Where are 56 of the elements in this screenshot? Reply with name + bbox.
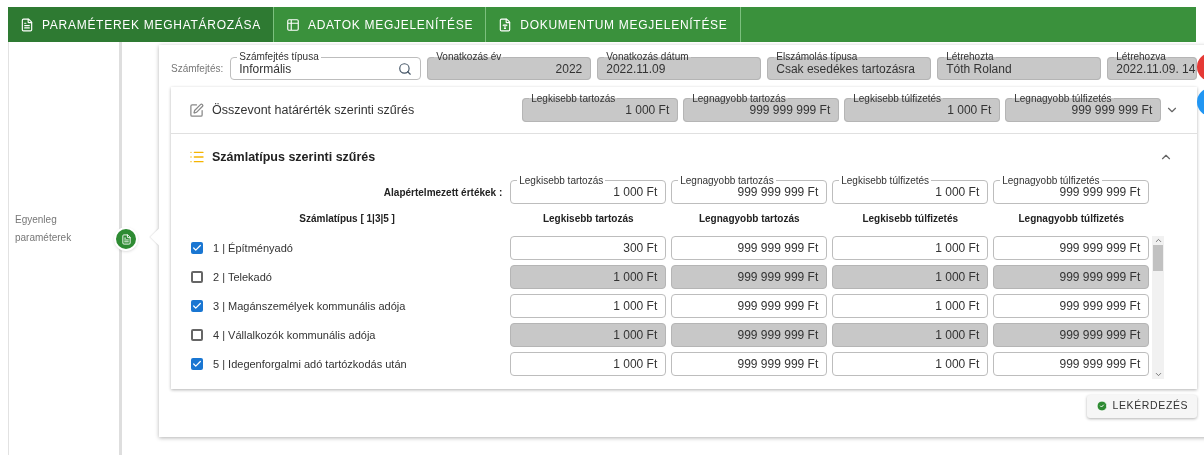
input-field[interactable]: 1 000 Ft [832, 293, 989, 318]
input-field[interactable]: 1 000 Ft [832, 264, 989, 289]
column-header: Legkisebb tartozás [541, 212, 635, 227]
input-field[interactable]: 999 999 999 Ft [993, 322, 1150, 347]
search-icon[interactable] [398, 61, 413, 76]
input-field[interactable]: Legkisebb túlfizetés 1 000 Ft [832, 174, 989, 204]
row-label: 2 | Telekadó [213, 269, 272, 285]
column-header: Legkisebb túlfizetés [861, 212, 960, 227]
search-field[interactable]: Számfejtés típusa Informális [230, 51, 422, 80]
check-icon [1095, 400, 1108, 413]
input-field[interactable]: 999 999 999 Ft [671, 264, 828, 289]
input-field[interactable]: 999 999 999 Ft [671, 322, 828, 347]
input-field[interactable]: 1 000 Ft [510, 322, 667, 347]
table-icon [285, 17, 300, 32]
input-field[interactable]: Legnagyobb tartozás 999 999 999 Ft [671, 174, 828, 204]
field-label: Számfejtés: [171, 62, 224, 76]
input-field[interactable]: 999 999 999 Ft [671, 351, 828, 376]
scrollbar[interactable] [1152, 235, 1165, 379]
input-field[interactable]: 1 000 Ft [832, 322, 989, 347]
tab[interactable]: PARAMÉTEREK MEGHATÁROZÁSA [8, 7, 274, 42]
column-header: Legnagyobb tartozás [697, 212, 801, 227]
checkbox[interactable] [191, 357, 203, 370]
input-field[interactable]: 999 999 999 Ft [671, 293, 828, 318]
input-field[interactable]: 999 999 999 Ft [671, 235, 828, 260]
section-title: Számlatípus szerinti szűrés [212, 149, 376, 166]
step-icon[interactable] [114, 227, 138, 251]
row-label: 1 | Építményadó [213, 240, 293, 256]
input-field[interactable]: 1 000 Ft [832, 235, 989, 260]
checkbox[interactable] [191, 270, 203, 283]
input-field[interactable]: 999 999 999 Ft [993, 264, 1150, 289]
query-button[interactable]: LEKÉRDEZÉS [1086, 394, 1198, 418]
input-field[interactable]: 999 999 999 Ft [993, 235, 1150, 260]
pdf-file-icon [498, 17, 513, 32]
input-field[interactable]: Legkisebb tartozás 1 000 Ft [510, 174, 667, 204]
edit-icon [189, 102, 204, 118]
input-field[interactable]: 1 000 Ft [510, 264, 667, 289]
document-icon [20, 17, 34, 32]
step-label: Egyenleg paraméterek [15, 212, 73, 245]
row-label: 4 | Vállalkozók kommunális adója [213, 327, 376, 343]
input-field[interactable]: 1 000 Ft [510, 293, 667, 318]
input-field[interactable]: 300 Ft [510, 235, 667, 260]
row-label: 5 | Idegenforgalmi adó tartózkodás után [213, 356, 407, 372]
column-header: Legnagyobb túlfizetés [1017, 212, 1126, 227]
defaults-label: Alapértelmezett értékek : [383, 185, 503, 200]
scrollbar-thumb[interactable] [1153, 244, 1164, 271]
checkbox[interactable] [191, 241, 203, 254]
input-field[interactable]: 999 999 999 Ft [993, 293, 1150, 318]
column-header: Számlatípus [ 1|3|5 ] [298, 212, 396, 227]
checkbox[interactable] [191, 299, 203, 312]
input-field[interactable]: 999 999 999 Ft [993, 351, 1150, 376]
row-label: 3 | Magánszemélyek kommunális adója [213, 298, 406, 314]
checkbox[interactable] [191, 328, 203, 341]
section-title: Összevont határérték szerinti szűrés [212, 101, 415, 119]
input-field[interactable]: 1 000 Ft [510, 351, 667, 376]
input-field[interactable]: 1 000 Ft [832, 351, 989, 376]
input-field[interactable]: Legnagyobb túlfizetés 999 999 999 Ft [993, 174, 1150, 204]
